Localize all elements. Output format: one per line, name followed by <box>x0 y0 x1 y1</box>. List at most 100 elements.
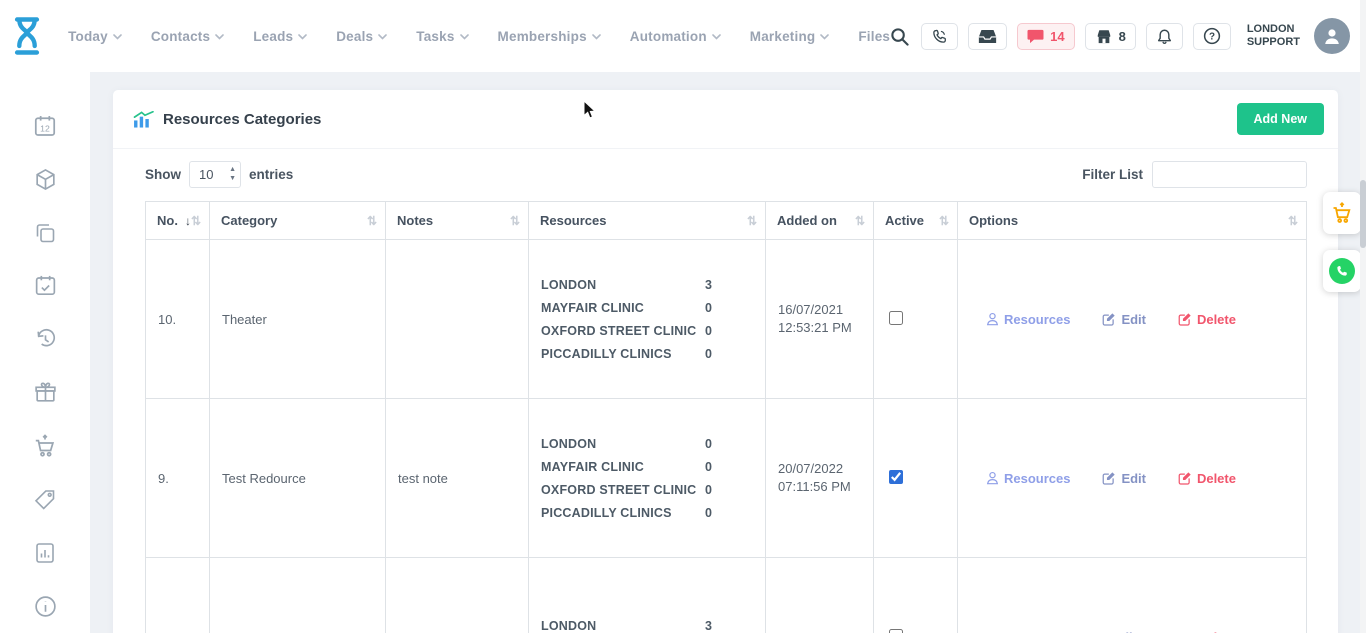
chat-messages-button[interactable]: 14 <box>1017 23 1074 50</box>
edit-link[interactable]: Edit <box>1112 630 1137 633</box>
cell-category: Theater <box>210 240 386 399</box>
delete-link[interactable]: Delete <box>1178 312 1236 327</box>
sidebar-item-reports[interactable] <box>0 526 90 579</box>
scrollbar-thumb[interactable] <box>1360 180 1366 248</box>
svg-text:?: ? <box>1209 32 1215 43</box>
col-header-options[interactable]: ⇅Options <box>958 202 1307 240</box>
sidebar-item-history[interactable] <box>0 313 90 366</box>
cell-added-on: 20/07/2022 07:11:56 PM <box>766 399 874 558</box>
sidebar-item-tags[interactable] <box>0 473 90 526</box>
floating-widgets <box>1323 192 1361 292</box>
sort-icon: ⇅ <box>367 214 377 228</box>
account-name: LONDON SUPPORT <box>1247 23 1300 49</box>
cell-active <box>874 399 958 558</box>
chevron-down-icon <box>298 34 307 40</box>
add-new-button[interactable]: Add New <box>1237 103 1324 135</box>
col-header-no[interactable]: ⇅↓No. <box>146 202 210 240</box>
cell-active <box>874 558 958 633</box>
resources-link[interactable]: Resources <box>986 312 1070 327</box>
chat-bubble-icon <box>1027 29 1044 44</box>
clock-history-icon <box>33 327 58 352</box>
cell-no: 9. <box>146 399 210 558</box>
sidebar-item-calendar[interactable]: 12 <box>0 99 90 152</box>
filter-input[interactable] <box>1152 161 1307 188</box>
inbox-icon <box>978 29 997 44</box>
nav-item-automation[interactable]: Automation <box>630 29 721 44</box>
search-button[interactable] <box>890 27 909 46</box>
cell-category <box>210 558 386 633</box>
nav-item-files[interactable]: Files <box>858 29 890 44</box>
sort-icon: ⇅ <box>939 214 949 228</box>
nav-item-marketing[interactable]: Marketing <box>750 29 830 44</box>
cell-resources: LONDON3 MAYFAIR CLINIC0 OXFORD STREET CL… <box>529 240 766 399</box>
cell-no <box>146 558 210 633</box>
sidebar-item-products[interactable] <box>0 152 90 205</box>
person-icon <box>986 471 999 485</box>
col-header-added-on[interactable]: ⇅Added on <box>766 202 874 240</box>
nav-item-deals[interactable]: Deals <box>336 29 387 44</box>
sort-icon: ⇅ <box>1288 214 1298 228</box>
resource-line: MAYFAIR CLINIC0 <box>541 460 755 474</box>
nav-item-today[interactable]: Today <box>68 29 122 44</box>
chevron-down-icon <box>113 34 122 40</box>
edit-link[interactable]: Edit <box>1102 471 1146 486</box>
nav-item-memberships[interactable]: Memberships <box>498 29 601 44</box>
nav-item-tasks[interactable]: Tasks <box>416 29 468 44</box>
show-label: Show <box>145 167 181 182</box>
chevron-down-icon <box>215 34 224 40</box>
user-avatar[interactable] <box>1314 18 1350 54</box>
notifications-button[interactable] <box>1146 23 1183 50</box>
inbox-button[interactable] <box>968 23 1007 50</box>
cube-icon <box>33 167 58 192</box>
col-header-category[interactable]: ⇅Category <box>210 202 386 240</box>
col-header-notes[interactable]: ⇅Notes <box>386 202 529 240</box>
chart-growth-icon <box>133 111 154 128</box>
cell-options: Resources Edit Delete <box>958 558 1307 633</box>
edit-link[interactable]: Edit <box>1102 312 1146 327</box>
sidebar-item-pages[interactable] <box>0 206 90 259</box>
active-checkbox[interactable] <box>889 629 903 633</box>
calendar-check-icon <box>33 273 58 298</box>
nav-item-leads[interactable]: Leads <box>253 29 307 44</box>
page-size-select[interactable]: 10 <box>189 161 241 188</box>
vertical-scrollbar[interactable] <box>1360 0 1366 633</box>
resources-link[interactable]: Resources <box>986 630 1052 633</box>
delete-link[interactable]: Delete <box>1178 471 1236 486</box>
delete-link[interactable]: Delete <box>1197 630 1236 633</box>
resource-line: LONDON3 <box>541 278 755 292</box>
main-nav: Today Contacts Leads Deals Tasks Members… <box>68 29 890 44</box>
table-row: 10. Theater LONDON3 MAYFAIR CLINIC0 OXFO… <box>146 240 1307 399</box>
active-checkbox[interactable] <box>889 470 903 484</box>
sort-icon: ⇅ <box>855 214 865 228</box>
sidebar-item-info[interactable] <box>0 580 90 633</box>
resources-link[interactable]: Resources <box>986 471 1070 486</box>
active-checkbox[interactable] <box>889 311 903 325</box>
help-button[interactable]: ? <box>1193 23 1231 50</box>
store-count-badge: 8 <box>1119 29 1126 44</box>
chevron-down-icon <box>820 34 829 40</box>
nav-item-contacts[interactable]: Contacts <box>151 29 224 44</box>
card-header: Resources Categories Add New <box>113 90 1338 149</box>
resource-line: OXFORD STREET CLINIC0 <box>541 324 755 338</box>
floating-phone-button[interactable] <box>1323 250 1361 292</box>
cell-notes <box>386 240 529 399</box>
table-row: LONDON3 MAYFAIR CLINIC0 Resource <box>146 558 1307 633</box>
cell-added-on <box>766 558 874 633</box>
page-title: Resources Categories <box>163 111 321 128</box>
col-header-resources[interactable]: ⇅Resources <box>529 202 766 240</box>
cell-notes <box>386 558 529 633</box>
cell-added-on: 16/07/2021 12:53:21 PM <box>766 240 874 399</box>
store-button[interactable]: 8 <box>1085 23 1136 50</box>
app-logo[interactable] <box>0 14 54 58</box>
gift-icon <box>33 380 58 405</box>
sidebar-item-cart[interactable] <box>0 419 90 472</box>
sidebar-item-appointments[interactable] <box>0 259 90 312</box>
phone-calls-button[interactable] <box>921 23 958 50</box>
chevron-down-icon <box>460 34 469 40</box>
cell-active <box>874 240 958 399</box>
floating-cart-button[interactable] <box>1323 192 1361 234</box>
edit-icon <box>1102 312 1116 326</box>
sidebar-item-gifts[interactable] <box>0 366 90 419</box>
col-header-active[interactable]: ⇅Active <box>874 202 958 240</box>
chevron-down-icon <box>592 34 601 40</box>
